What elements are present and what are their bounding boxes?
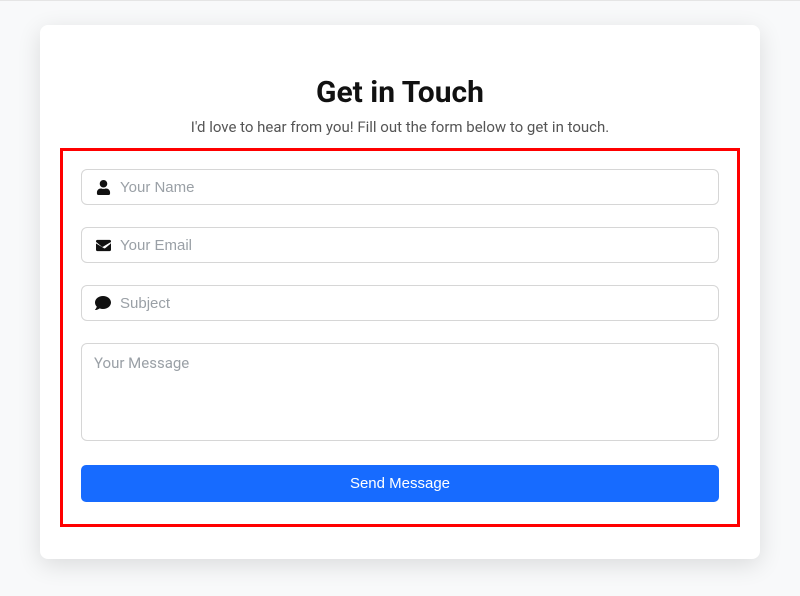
email-input[interactable] [120,237,706,254]
name-input[interactable] [120,179,706,196]
envelope-icon [94,236,112,254]
message-input[interactable] [94,354,706,426]
contact-card: Get in Touch I'd love to hear from you! … [40,25,760,559]
send-message-button[interactable]: Send Message [81,465,719,502]
message-field-group [81,343,719,441]
page-subtitle: I'd love to hear from you! Fill out the … [60,118,740,136]
contact-form: Send Message [60,148,740,527]
subject-field-group [81,285,719,321]
user-icon [94,178,112,196]
page-title: Get in Touch [60,75,740,110]
email-field-group [81,227,719,263]
comment-icon [94,294,112,312]
subject-input[interactable] [120,295,706,312]
name-field-group [81,169,719,205]
